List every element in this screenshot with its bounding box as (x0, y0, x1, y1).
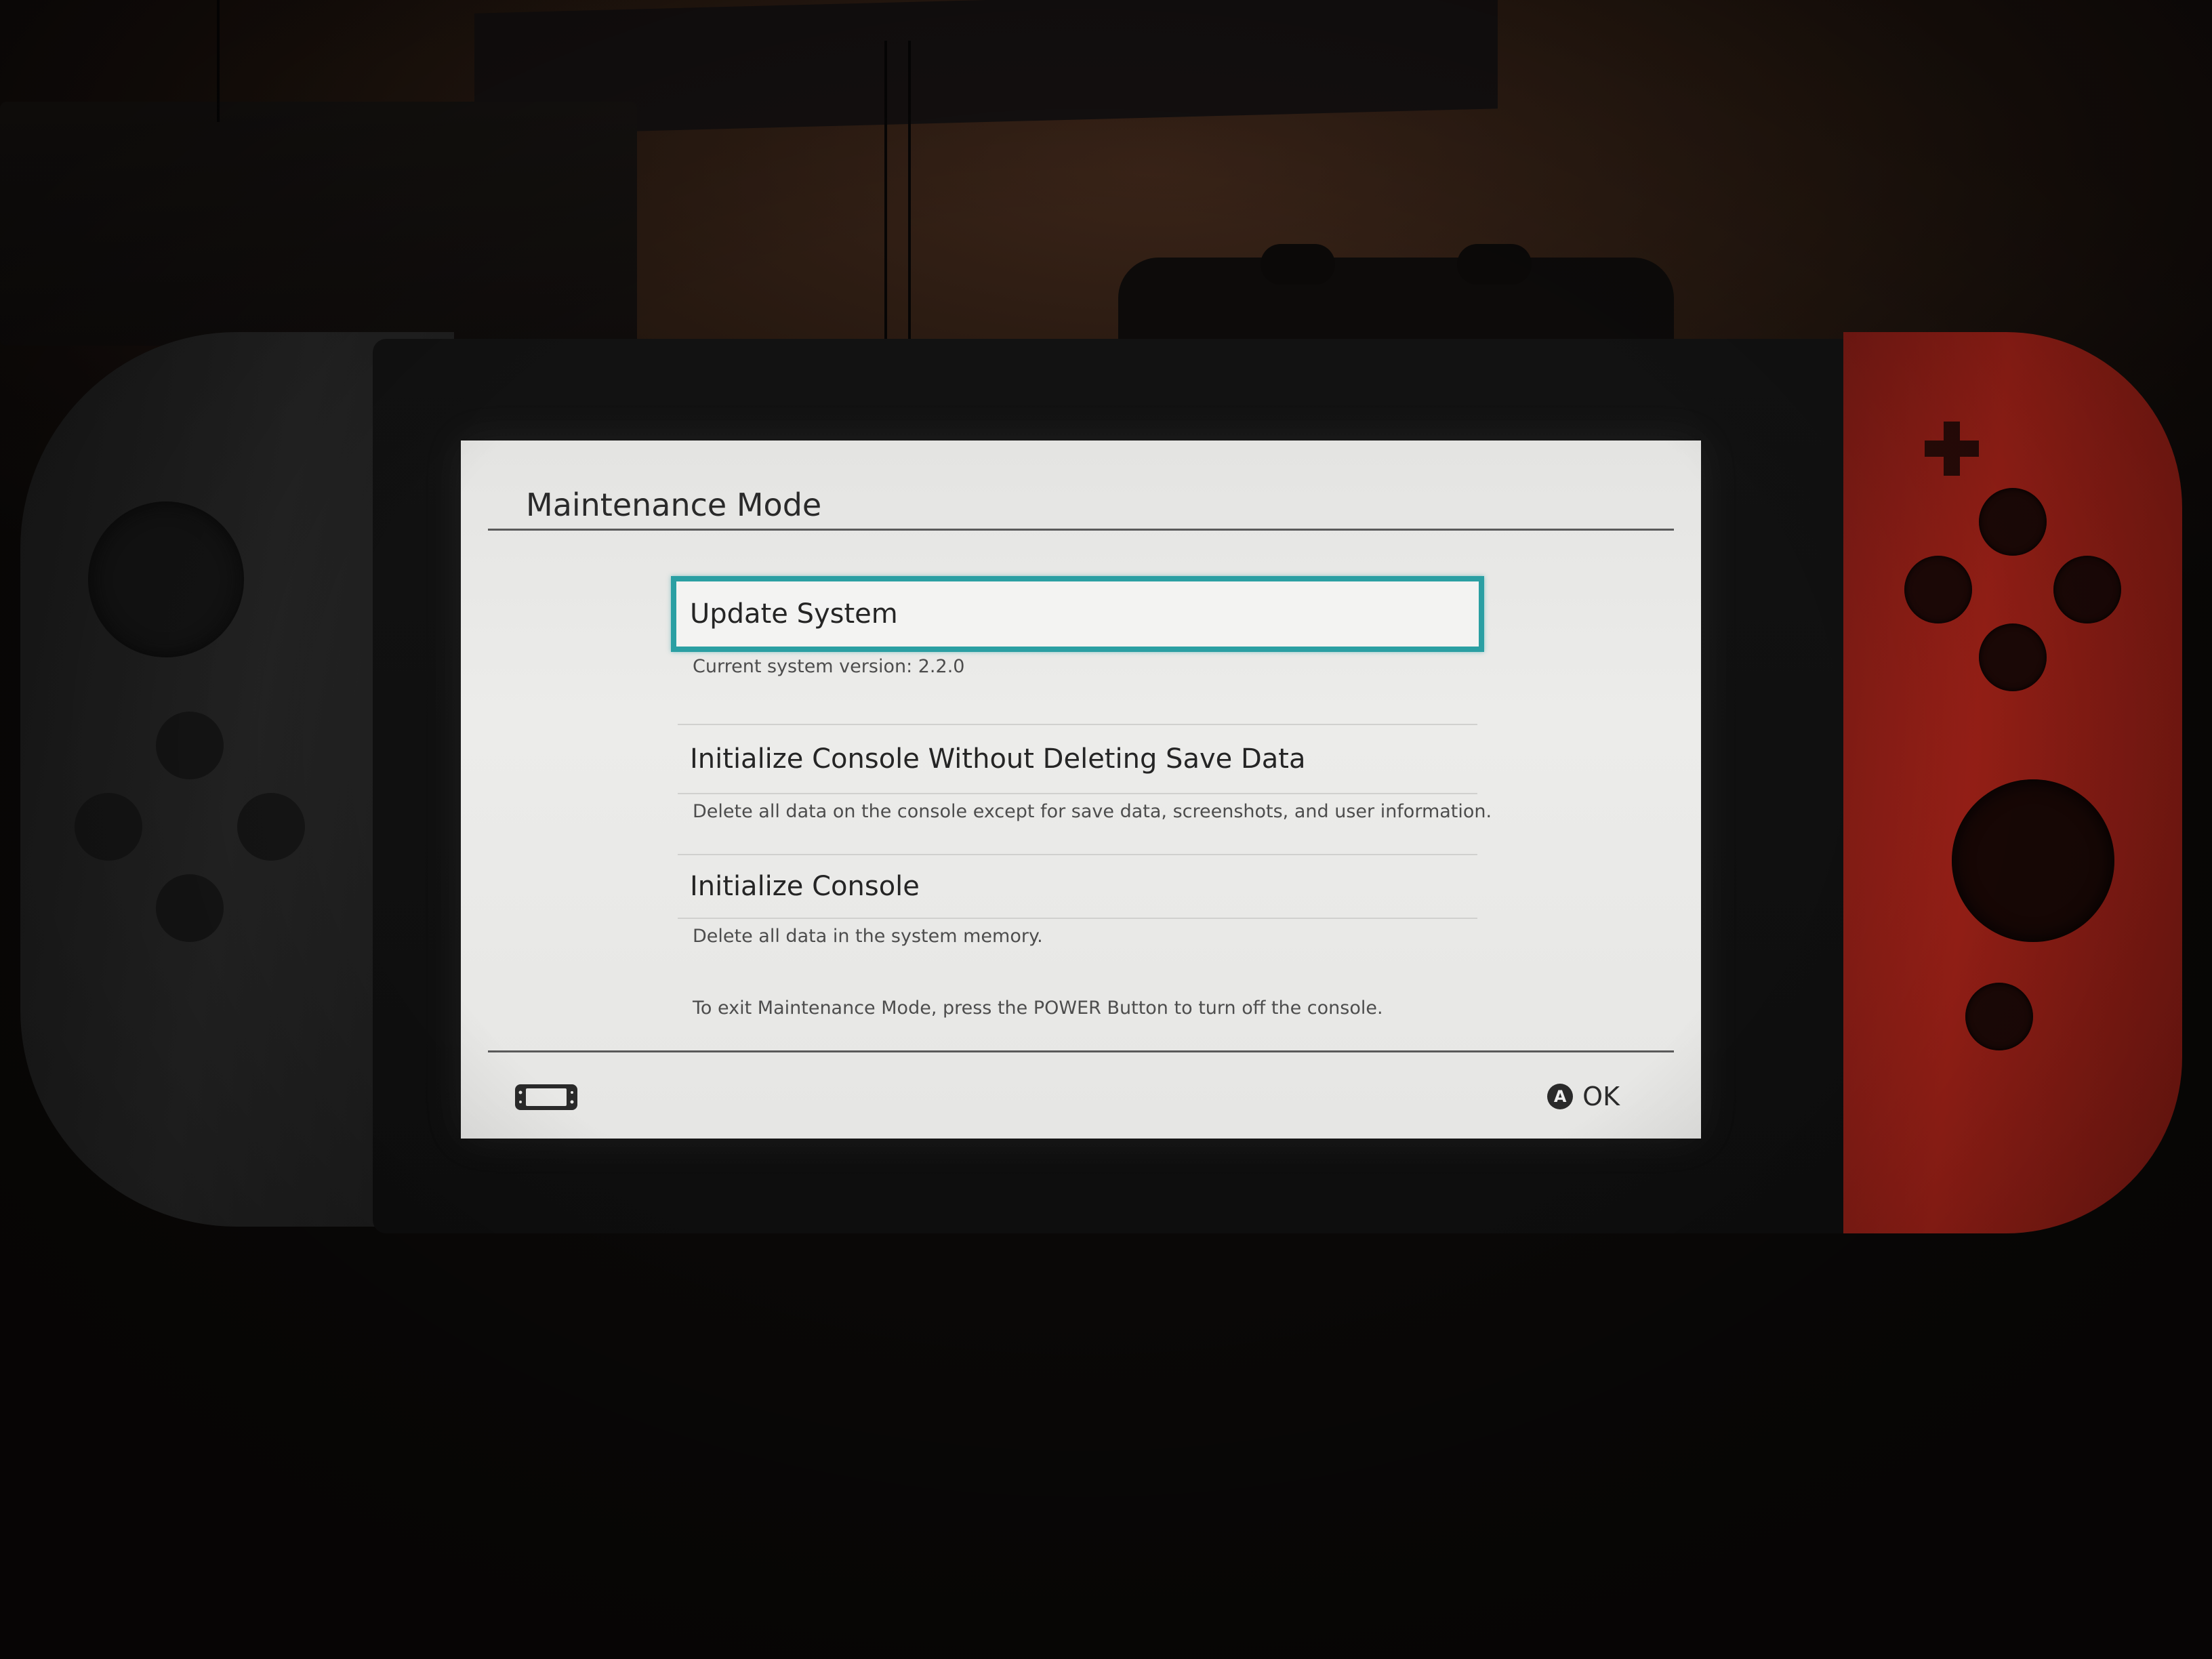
ok-button[interactable]: A OK (1547, 1082, 1620, 1111)
menu-item-label: Initialize Console (690, 871, 920, 902)
home-button (1965, 983, 2033, 1050)
a-button (2053, 556, 2121, 623)
ok-label: OK (1582, 1082, 1620, 1111)
plus-button (1944, 422, 1960, 476)
exit-instructions: To exit Maintenance Mode, press the POWE… (693, 998, 1383, 1019)
menu-item-initialize-console[interactable]: Initialize Console (671, 855, 1484, 918)
right-stick (1952, 779, 2114, 942)
left-stick (88, 501, 244, 657)
screen-header: Maintenance Mode (488, 468, 1674, 531)
right-joycon (1843, 332, 2182, 1233)
menu-item-initialize-without-deleting[interactable]: Initialize Console Without Deleting Save… (671, 725, 1484, 793)
menu-item-description: Current system version: 2.2.0 (693, 656, 965, 677)
photo-scene: Maintenance Mode Update System Current s… (0, 0, 2212, 1659)
divider (678, 918, 1477, 919)
divider (678, 793, 1477, 794)
dpad-up-button (156, 712, 224, 779)
background-cable (908, 41, 911, 339)
b-button (1979, 623, 2047, 691)
background-controller-stick (1457, 244, 1532, 285)
background-controller-stick (1261, 244, 1335, 285)
background-device (0, 102, 637, 346)
background-cable (217, 0, 220, 122)
menu-item-label: Update System (690, 598, 898, 630)
y-button (1904, 556, 1972, 623)
dpad-left-button (75, 793, 142, 861)
menu-item-update-system[interactable]: Update System (671, 576, 1484, 652)
a-button-icon: A (1547, 1084, 1574, 1109)
menu-item-description: Delete all data on the console except fo… (693, 801, 1492, 822)
maintenance-menu: Update System Current system version: 2.… (671, 576, 1492, 966)
page-title: Maintenance Mode (526, 487, 822, 523)
dpad-down-button (156, 874, 224, 942)
handheld-console-icon (515, 1084, 577, 1110)
menu-item-description: Delete all data in the system memory. (693, 926, 1043, 947)
dpad-right-button (237, 793, 305, 861)
screen-footer-divider (488, 1050, 1674, 1052)
menu-item-label: Initialize Console Without Deleting Save… (690, 743, 1306, 775)
background-cable (884, 41, 887, 339)
console-screen: Maintenance Mode Update System Current s… (461, 441, 1701, 1139)
x-button (1979, 488, 2047, 556)
